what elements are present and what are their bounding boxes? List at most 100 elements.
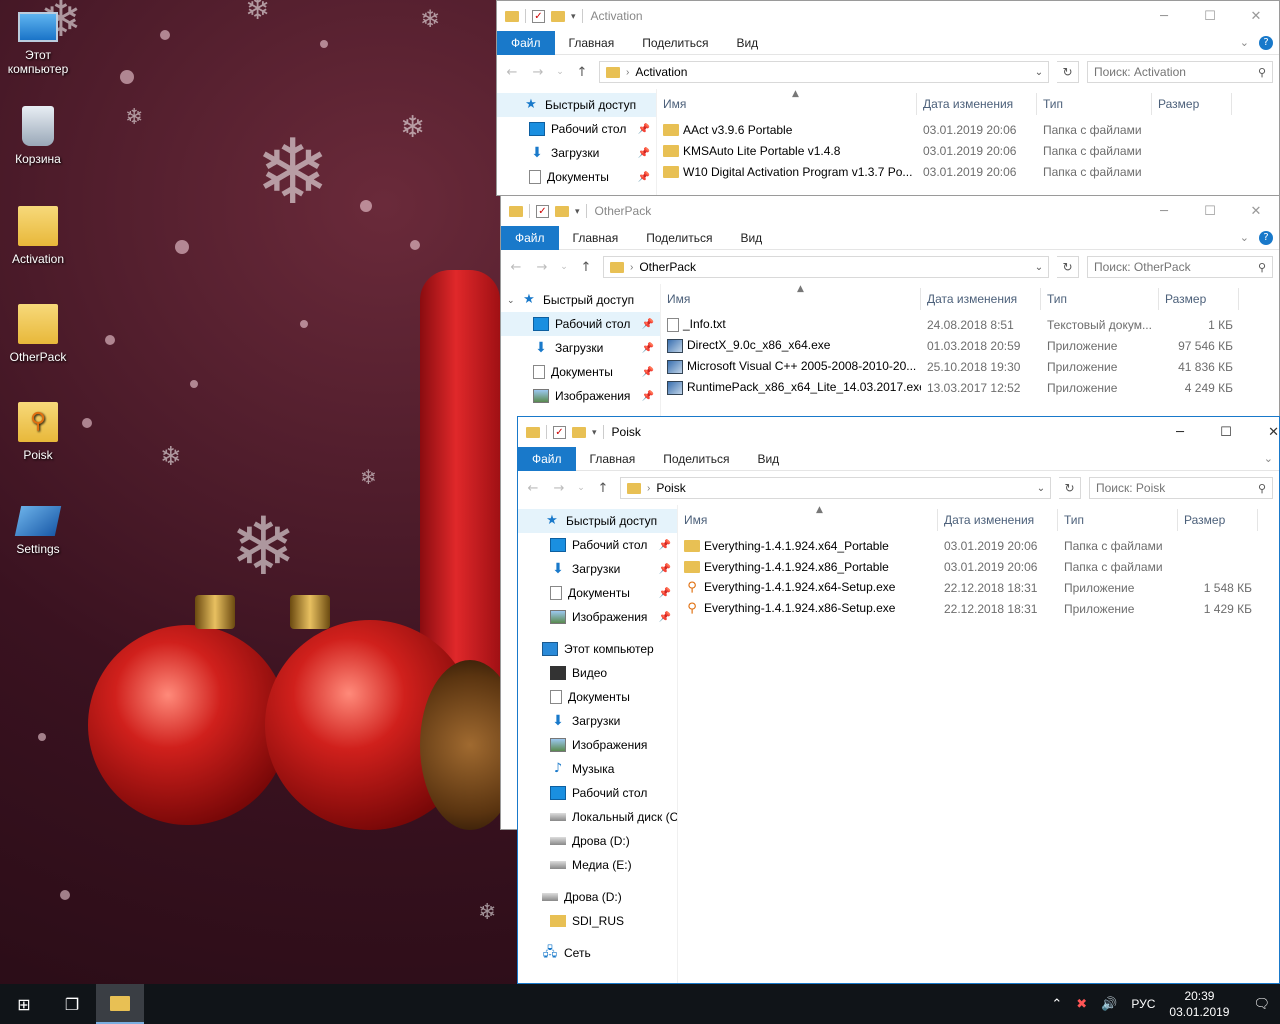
back-button[interactable]: ← [507,260,525,275]
close-button[interactable]: ✕ [1233,196,1279,226]
nav-item[interactable]: Изображения 📌 [518,605,677,629]
tab-file[interactable]: Файл [501,225,559,250]
forward-button[interactable]: → [550,481,568,496]
search-box[interactable]: ⚲ [1087,61,1273,83]
column-name[interactable]: Имя [661,288,921,310]
properties-icon[interactable]: ✓ [553,425,566,439]
chevron-down-icon[interactable]: ▾ [592,427,597,438]
task-view-button[interactable]: ❐ [48,984,96,1024]
forward-button[interactable]: → [533,260,551,275]
tab-home[interactable]: Главная [576,447,650,471]
taskbar-file-explorer[interactable] [96,984,144,1024]
pin-icon[interactable]: 📌 [638,172,650,183]
chevron-down-icon[interactable]: ▾ [575,206,580,217]
new-folder-icon[interactable] [572,426,586,438]
pin-icon[interactable]: 📌 [659,540,671,551]
properties-icon[interactable]: ✓ [532,9,545,23]
pin-icon[interactable]: 📌 [642,367,654,378]
back-button[interactable]: ← [524,481,542,496]
column-type[interactable]: Тип [1058,509,1178,531]
maximize-button[interactable]: ☐ [1187,196,1233,226]
tab-view[interactable]: Вид [726,226,776,250]
chevron-down-icon[interactable]: ▾ [571,11,576,22]
nav-item[interactable]: Локальный диск (C [518,805,677,829]
chevron-down-icon[interactable]: ⌄ [1240,36,1249,49]
nav-item-quick-access[interactable]: ⌄ ★ Быстрый доступ [501,288,660,312]
help-icon[interactable]: ? [1259,230,1273,245]
explorer-window-activation[interactable]: ✓ ▾ Activation ─ ☐ ✕ Файл Главная Подели… [496,0,1280,196]
search-input[interactable] [1094,260,1258,274]
nav-item[interactable]: Медиа (E:) [518,853,677,877]
title-bar[interactable]: ✓ ▾ Activation ─ ☐ ✕ [497,1,1279,31]
title-bar[interactable]: ✓ ▾ Poisk ─ ☐ ✕ [518,417,1279,447]
language-indicator[interactable]: РУС [1131,997,1155,1011]
nav-item[interactable]: SDI_RUS [518,909,677,933]
recent-locations-button[interactable]: ⌄ [555,67,565,77]
search-box[interactable]: ⚲ [1089,477,1273,499]
new-folder-icon[interactable] [555,205,569,217]
recent-locations-button[interactable]: ⌄ [559,262,569,272]
new-folder-icon[interactable] [551,10,565,22]
nav-item[interactable]: Видео [518,661,677,685]
search-input[interactable] [1096,481,1258,495]
search-input[interactable] [1094,65,1258,79]
column-size[interactable]: Размер [1159,288,1239,310]
file-row[interactable]: W10 Digital Activation Program v1.3.7 Po… [657,161,1279,182]
desktop-icon-recycle-bin[interactable]: Корзина [0,106,76,166]
address-field[interactable]: › Activation ⌄ [599,61,1049,83]
pin-icon[interactable]: 📌 [659,588,671,599]
desktop-icon-otherpack[interactable]: OtherPack [0,304,76,364]
file-row[interactable]: _Info.txt 24.08.2018 8:51 Текстовый доку… [661,314,1279,335]
nav-item[interactable]: Этот компьютер [518,637,677,661]
nav-item[interactable]: ♪ Музыка [518,757,677,781]
nav-item[interactable]: ★ Быстрый доступ [518,509,677,533]
tab-view[interactable]: Вид [743,447,793,471]
tab-share[interactable]: Поделиться [649,447,743,471]
pin-icon[interactable]: 📌 [642,391,654,402]
clock[interactable]: 20:39 03.01.2019 [1169,988,1229,1020]
nav-item-downloads[interactable]: ⬇ Загрузки 📌 [501,336,660,360]
desktop-icon-settings[interactable]: Settings [0,500,76,556]
tab-share[interactable]: Поделиться [632,226,726,250]
file-row[interactable]: DirectX_9.0c_x86_x64.exe 01.03.2018 20:5… [661,335,1279,356]
tab-view[interactable]: Вид [722,31,772,55]
recent-locations-button[interactable]: ⌄ [576,483,586,493]
file-row[interactable]: KMSAuto Lite Portable v1.4.8 03.01.2019 … [657,140,1279,161]
nav-item-downloads[interactable]: ⬇ Загрузки 📌 [497,141,656,165]
column-name[interactable]: Имя [678,509,938,531]
file-row[interactable]: ⚲ Everything-1.4.1.924.x86-Setup.exe 22.1… [678,598,1279,619]
chevron-down-icon[interactable]: ⌄ [1030,262,1048,273]
file-row[interactable]: Everything-1.4.1.924.x86_Portable 03.01.… [678,556,1279,577]
nav-item-desktop[interactable]: Рабочий стол 📌 [497,117,656,141]
breadcrumb[interactable]: OtherPack [639,260,696,274]
close-button[interactable]: ✕ [1233,1,1279,31]
nav-item[interactable]: Документы [518,685,677,709]
refresh-button[interactable]: ↻ [1057,61,1079,83]
nav-item-documents[interactable]: Документы 📌 [501,360,660,384]
column-date[interactable]: Дата изменения [917,93,1037,115]
file-row[interactable]: Microsoft Visual C++ 2005-2008-2010-20..… [661,356,1279,377]
nav-item[interactable]: Рабочий стол [518,781,677,805]
nav-item-documents[interactable]: Документы 📌 [497,165,656,189]
back-button[interactable]: ← [503,65,521,80]
chevron-down-icon[interactable]: ⌄ [1032,483,1050,494]
breadcrumb[interactable]: Poisk [656,481,685,495]
desktop-icon-this-pc[interactable]: Этот компьютер [0,8,76,76]
nav-item-pictures[interactable]: Изображения 📌 [501,384,660,408]
column-size[interactable]: Размер [1178,509,1258,531]
minimize-button[interactable]: ─ [1157,417,1203,447]
tab-file[interactable]: Файл [497,30,555,55]
file-row[interactable]: Everything-1.4.1.924.x64_Portable 03.01.… [678,535,1279,556]
explorer-window-poisk[interactable]: ✓ ▾ Poisk ─ ☐ ✕ Файл Главная Поделиться … [517,416,1280,984]
desktop-icon-activation[interactable]: Activation [0,206,76,266]
column-date[interactable]: Дата изменения [921,288,1041,310]
file-row[interactable]: AAct v3.9.6 Portable 03.01.2019 20:06 Па… [657,119,1279,140]
column-type[interactable]: Тип [1037,93,1152,115]
nav-item[interactable]: 🖧 Сеть [518,941,677,965]
search-box[interactable]: ⚲ [1087,256,1273,278]
tab-home[interactable]: Главная [559,226,633,250]
nav-item[interactable]: Дрова (D:) [518,885,677,909]
help-icon[interactable]: ? [1259,35,1273,50]
nav-item[interactable]: ⬇ Загрузки [518,709,677,733]
minimize-button[interactable]: ─ [1141,1,1187,31]
